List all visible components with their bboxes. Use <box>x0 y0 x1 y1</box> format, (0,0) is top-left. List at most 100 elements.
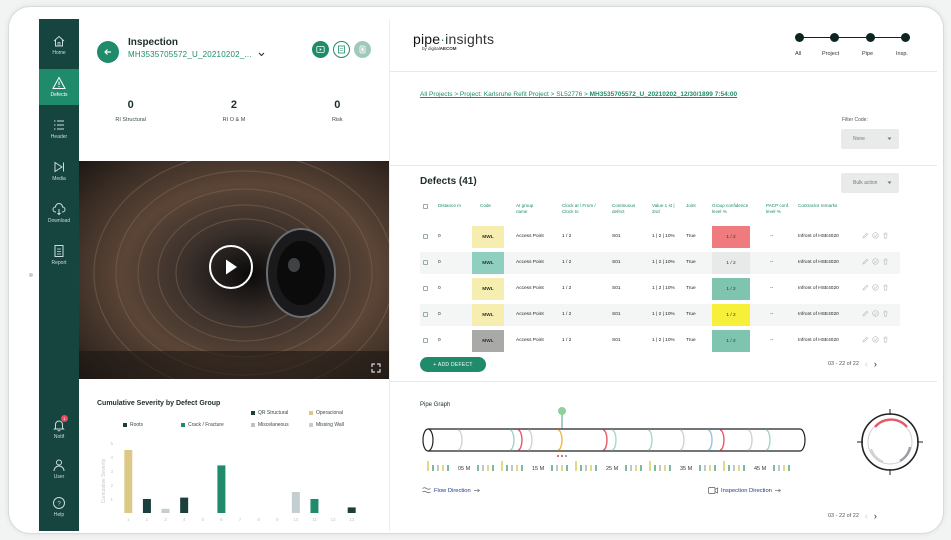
stat-value: 0 <box>127 99 134 111</box>
approve-icon[interactable] <box>872 310 879 317</box>
trash-icon[interactable] <box>882 284 889 291</box>
edit-icon[interactable] <box>862 232 869 239</box>
table-row[interactable]: 0 MWL Access Point 1 / 2 S01 1 | 2 | 10% True 1… <box>420 226 900 248</box>
position-pin <box>558 407 566 415</box>
inspection-panel: Inspection MH3535705572_U_20210202_... 0… <box>79 19 389 531</box>
cell-remarks: Infront of HSE4020 <box>798 234 839 239</box>
prev-page-button[interactable]: ‹ <box>865 511 868 521</box>
column-header[interactable]: Group confidence level % <box>712 203 758 215</box>
trash-icon[interactable] <box>882 336 889 343</box>
approve-icon[interactable] <box>872 258 879 265</box>
breadcrumb-path[interactable]: All Projects > Project: Karlsruhe Refit … <box>420 91 590 98</box>
sidebar-item-header[interactable]: Header <box>39 111 79 147</box>
table-row[interactable]: 0 MWL Access Point 1 / 2 S01 1 | 2 | 10% True 1… <box>420 252 900 274</box>
row-checkbox[interactable] <box>423 338 428 343</box>
flow-direction-toggle[interactable]: Flow Direction <box>422 487 481 494</box>
sidebar-item-label: Home <box>52 50 66 56</box>
edit-icon[interactable] <box>862 284 869 291</box>
row-checkbox[interactable] <box>423 260 428 265</box>
pipe-clock-dial[interactable] <box>855 407 925 477</box>
breadcrumb-current[interactable]: MH3535705572_U_20210202_12/30/1899 7:54:… <box>590 91 737 98</box>
model-view-button[interactable] <box>354 41 371 58</box>
back-button[interactable] <box>97 41 119 63</box>
sidebar-item-media[interactable]: Media <box>39 153 79 189</box>
prev-page-button[interactable]: ‹ <box>865 359 868 369</box>
cell-value: 1 | 2 | 10% <box>652 312 675 317</box>
play-button[interactable] <box>209 245 253 289</box>
column-header[interactable]: Code <box>480 203 500 209</box>
cell-ai-group: Access Point <box>516 338 544 343</box>
edit-icon[interactable] <box>862 310 869 317</box>
column-header[interactable]: Distance m <box>438 203 474 209</box>
next-page-button[interactable]: › <box>874 511 877 521</box>
arrow-right-icon <box>473 488 480 493</box>
trash-icon[interactable] <box>882 232 889 239</box>
edit-icon[interactable] <box>862 258 869 265</box>
video-view-button[interactable] <box>312 41 329 58</box>
inspection-direction-toggle[interactable]: Inspection Direction <box>708 487 782 494</box>
sidebar-item-report[interactable]: Report <box>39 237 79 273</box>
step-project[interactable] <box>830 33 839 42</box>
defect-dot <box>560 454 564 458</box>
sidebar-item-user[interactable]: User <box>39 451 79 487</box>
cell-ai-group: Access Point <box>516 286 544 291</box>
document-view-button[interactable] <box>333 41 350 58</box>
arrow-right-icon <box>774 488 782 493</box>
column-header[interactable]: AI group name <box>516 203 542 215</box>
edit-icon[interactable] <box>862 336 869 343</box>
row-checkbox[interactable] <box>423 234 428 239</box>
pipe-defect-arc <box>602 429 608 451</box>
column-header[interactable]: PACP conf. level % <box>766 203 796 215</box>
column-header[interactable]: Joint <box>686 203 704 209</box>
cell-clock: 1 / 2 <box>562 234 572 239</box>
add-defect-button[interactable]: + ADD DEFECT <box>420 357 486 372</box>
table-row[interactable]: 0 MWL Access Point 1 / 2 S01 1 | 2 | 10% True 1… <box>420 304 900 326</box>
pipe-pagination: 03 - 22 of 22 ‹ › <box>828 511 877 521</box>
column-header[interactable]: Contractor remarks <box>798 203 844 209</box>
legend-swatch <box>123 423 127 427</box>
sidebar-item-help[interactable]: ? Help <box>39 489 79 525</box>
inspection-video-player[interactable] <box>79 161 389 379</box>
defect-dot <box>556 454 560 458</box>
cloud-download-icon <box>52 203 66 216</box>
severity-bar-chart: Cumulative Severity543211 2 3 4 5 6 7 8 9 10 11 12 1… <box>101 441 356 522</box>
sidebar-item-home[interactable]: Home <box>39 27 79 63</box>
chevron-down-icon <box>258 52 265 57</box>
column-header[interactable]: Continuous defect <box>612 203 646 215</box>
trash-icon[interactable] <box>882 310 889 317</box>
step-insp[interactable] <box>901 33 910 42</box>
approve-icon[interactable] <box>872 336 879 343</box>
cell-value: 1 | 2 | 10% <box>652 338 675 343</box>
approve-icon[interactable] <box>872 232 879 239</box>
bulk-action-select[interactable]: Bulk action <box>841 173 899 193</box>
fullscreen-icon[interactable] <box>371 363 381 373</box>
pipe-defect-arc <box>509 429 515 451</box>
table-row[interactable]: 0 MWL Access Point 1 / 2 S01 1 | 2 | 10% True 1… <box>420 278 900 300</box>
row-checkbox[interactable] <box>423 286 428 291</box>
cell-group-confidence: 1 / 2 <box>712 304 750 326</box>
column-header[interactable]: Value 1 st | 2nd <box>652 203 682 215</box>
brand-name: pipe·insights <box>413 31 494 47</box>
trash-icon[interactable] <box>882 258 889 265</box>
select-all-checkbox[interactable] <box>423 204 428 209</box>
column-header[interactable]: Clock at / From / Clock to <box>562 203 606 215</box>
sidebar-item-notif[interactable]: 1 Notif <box>39 411 79 447</box>
sidebar-item-download[interactable]: Download <box>39 195 79 231</box>
row-checkbox[interactable] <box>423 312 428 317</box>
breadcrumb[interactable]: All Projects > Project: Karlsruhe Refit … <box>420 91 737 98</box>
brand-logo: pipe·insights by digitalAECOM <box>413 31 494 51</box>
next-page-button[interactable]: › <box>874 359 877 369</box>
sidebar-item-defects[interactable]: Defects <box>39 69 79 105</box>
step-all[interactable] <box>795 33 804 42</box>
legend-swatch <box>181 423 185 427</box>
row-actions <box>862 284 889 291</box>
pipe-graph[interactable]: 05 M 15 M 25 M 35 M 45 M <box>418 401 818 473</box>
y-axis-label: Cumulative Severity <box>101 458 107 503</box>
filter-code-select[interactable]: None <box>841 129 899 149</box>
inspection-id-dropdown[interactable]: MH3535705572_U_20210202_... <box>128 50 265 59</box>
table-row[interactable]: 0 MWL Access Point 1 / 2 S01 1 | 2 | 10% True 1… <box>420 330 900 352</box>
step-pipe[interactable] <box>866 33 875 42</box>
approve-icon[interactable] <box>872 284 879 291</box>
stepper-line <box>799 37 907 38</box>
defects-table-header: Distance m Code AI group name Clock at /… <box>420 203 920 223</box>
